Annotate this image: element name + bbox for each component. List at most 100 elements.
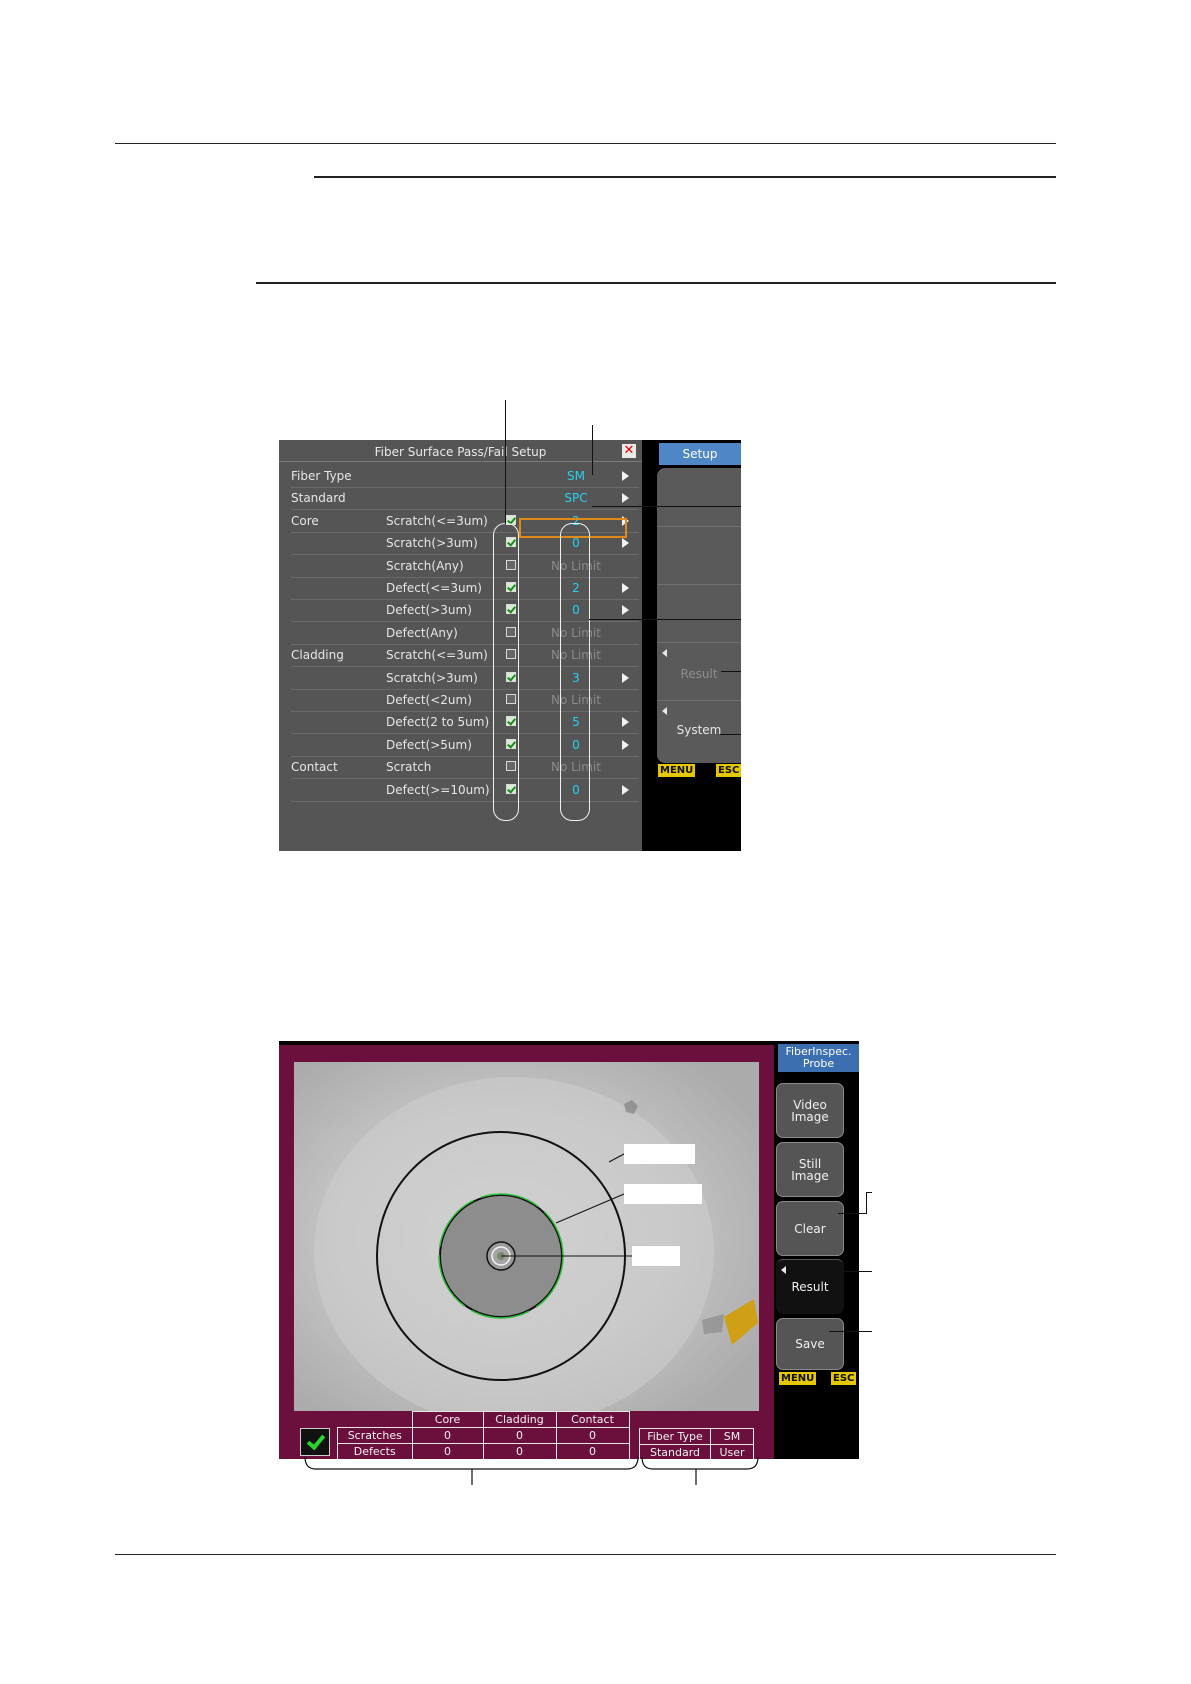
still-image-label: Still Image (791, 1156, 829, 1183)
right-arrow-icon[interactable] (622, 672, 629, 683)
right-arrow-icon[interactable] (622, 538, 629, 549)
leader-result (721, 671, 741, 672)
leader-clear-v (866, 1192, 867, 1214)
left-arrow-icon (662, 707, 667, 715)
row-item-label: Defect(<2um) (386, 693, 472, 707)
fiber-table-bracket (641, 1456, 759, 1470)
result-button[interactable]: Result (776, 1259, 844, 1314)
probe-softkey-panel: FiberInspec. Probe Video Image Still Ima… (774, 1041, 859, 1459)
right-arrow-icon[interactable] (622, 471, 629, 481)
row-label-scratches: Scratches (337, 1427, 413, 1444)
result-header-row: Core Cladding Contact (338, 1411, 630, 1428)
list-item[interactable]: Fiber Type SM (291, 465, 639, 488)
value-column-outline (560, 523, 590, 821)
leader-value-column (589, 619, 741, 620)
result-table: Core Cladding Contact Scratches 0 0 0 De… (337, 1411, 630, 1459)
esc-key-label: ESC (831, 1372, 857, 1385)
leader-clear-h (838, 1213, 866, 1214)
row-item-label: Scratch(Any) (386, 558, 464, 573)
video-image-button[interactable]: Video Image (776, 1083, 844, 1138)
dialog-title: Fiber Surface Pass/Fail Setup (279, 443, 642, 462)
right-arrow-icon[interactable] (622, 739, 629, 750)
clear-label: Clear (794, 1221, 826, 1236)
bottom-brackets (304, 1456, 759, 1485)
fiber-end-face-drawing (294, 1062, 759, 1411)
softkey-menu: Result System (657, 468, 741, 763)
scratches-core: 0 (411, 1427, 484, 1444)
fiber-end-face-image (294, 1062, 759, 1411)
result-label: Result (680, 667, 718, 681)
section-rule-1 (314, 176, 1056, 178)
video-image-label: Video Image (791, 1097, 829, 1124)
row-item-label: Scratch (386, 760, 432, 775)
save-button[interactable]: Save (776, 1318, 844, 1370)
row-section-label: Core (291, 513, 319, 528)
pass-check-icon (300, 1428, 330, 1456)
clear-button[interactable]: Clear (776, 1201, 844, 1256)
row-item-label: Defect(2 to 5um) (386, 715, 490, 730)
leader-system (720, 734, 741, 735)
row-section-label: Cladding (291, 648, 344, 663)
leader-save (829, 1331, 872, 1332)
still-image-button[interactable]: Still Image (776, 1142, 844, 1197)
checkbox-column-outline (493, 523, 519, 821)
menu-key-label: MENU (779, 1372, 817, 1385)
row-item-label: Defect(>=10um) (386, 782, 490, 797)
system-softkey[interactable]: System (657, 700, 741, 764)
save-label: Save (795, 1337, 825, 1351)
row-item-label: Scratch(<=3um) (386, 513, 488, 528)
fiber-type-value: SM (710, 1428, 754, 1445)
row-item-label: Defect(<=3um) (386, 581, 482, 595)
right-arrow-icon[interactable] (622, 583, 629, 593)
tab-fiber-inspec-probe[interactable]: FiberInspec. Probe (778, 1044, 859, 1072)
header-blank-cell (338, 1412, 413, 1428)
right-arrow-icon[interactable] (622, 493, 629, 504)
esc-key-label: ESC (716, 764, 741, 777)
image-frame: Core Cladding Contact Scratches 0 0 0 De… (279, 1045, 774, 1459)
top-rule (115, 143, 1056, 144)
right-arrow-icon[interactable] (622, 784, 629, 795)
fiber-type-label: Fiber Type (639, 1428, 711, 1445)
core-callout-box (632, 1246, 680, 1266)
softkey-blank-2[interactable] (657, 526, 741, 585)
setup-softkey-panel: Setup Result System MENU ESC (642, 440, 741, 851)
result-label: Result (791, 1280, 829, 1294)
leader-fiber-type (592, 425, 593, 475)
result-table-bracket (304, 1456, 639, 1470)
setup-dialog: Fiber Surface Pass/Fail Setup ✕ Fiber Ty… (279, 440, 642, 851)
tab-setup[interactable]: Setup (659, 443, 741, 465)
left-arrow-icon (781, 1266, 786, 1274)
row-section-label: Contact (291, 760, 338, 775)
right-arrow-icon[interactable] (622, 717, 629, 728)
fiber-inspection-probe-screen: Core Cladding Contact Scratches 0 0 0 De… (279, 1041, 859, 1459)
row-section-label: Fiber Type (291, 469, 352, 483)
close-icon[interactable]: ✕ (622, 444, 636, 458)
softkey-blank-1[interactable] (657, 468, 741, 526)
leader-standard (592, 506, 741, 507)
table-row: Scratches 0 0 0 (337, 1427, 630, 1444)
row-item-label: Defect(>5um) (386, 737, 472, 752)
list-item[interactable]: Standard SPC (291, 487, 639, 511)
leader-clear-top (866, 1192, 872, 1193)
section-rule-2 (256, 282, 1056, 284)
pass-fail-setup-screen: Fiber Surface Pass/Fail Setup ✕ Fiber Ty… (279, 440, 741, 851)
leader-checkbox-column (505, 400, 506, 524)
scratches-cladding: 0 (482, 1427, 557, 1444)
row-item-label: Defect(Any) (386, 625, 458, 640)
table-row: Fiber Type SM (639, 1428, 754, 1445)
right-arrow-icon[interactable] (622, 605, 629, 616)
cladding-callout-box (624, 1184, 702, 1204)
header-cladding: Cladding (482, 1411, 557, 1428)
row-section-label: Standard (291, 491, 346, 506)
row-value: SM (567, 469, 585, 483)
leader-result-2 (831, 1271, 872, 1272)
header-core: Core (411, 1411, 484, 1428)
header-contact: Contact (555, 1411, 630, 1428)
contact-callout-box (624, 1144, 695, 1164)
bottom-rule (115, 1554, 1056, 1555)
softkey-blank-3[interactable] (657, 584, 741, 643)
row-item-label: Scratch(<=3um) (386, 648, 488, 663)
left-arrow-icon (662, 649, 667, 657)
tab-label: FiberInspec. Probe (785, 1045, 852, 1070)
row-item-label: Scratch(>3um) (386, 670, 478, 685)
